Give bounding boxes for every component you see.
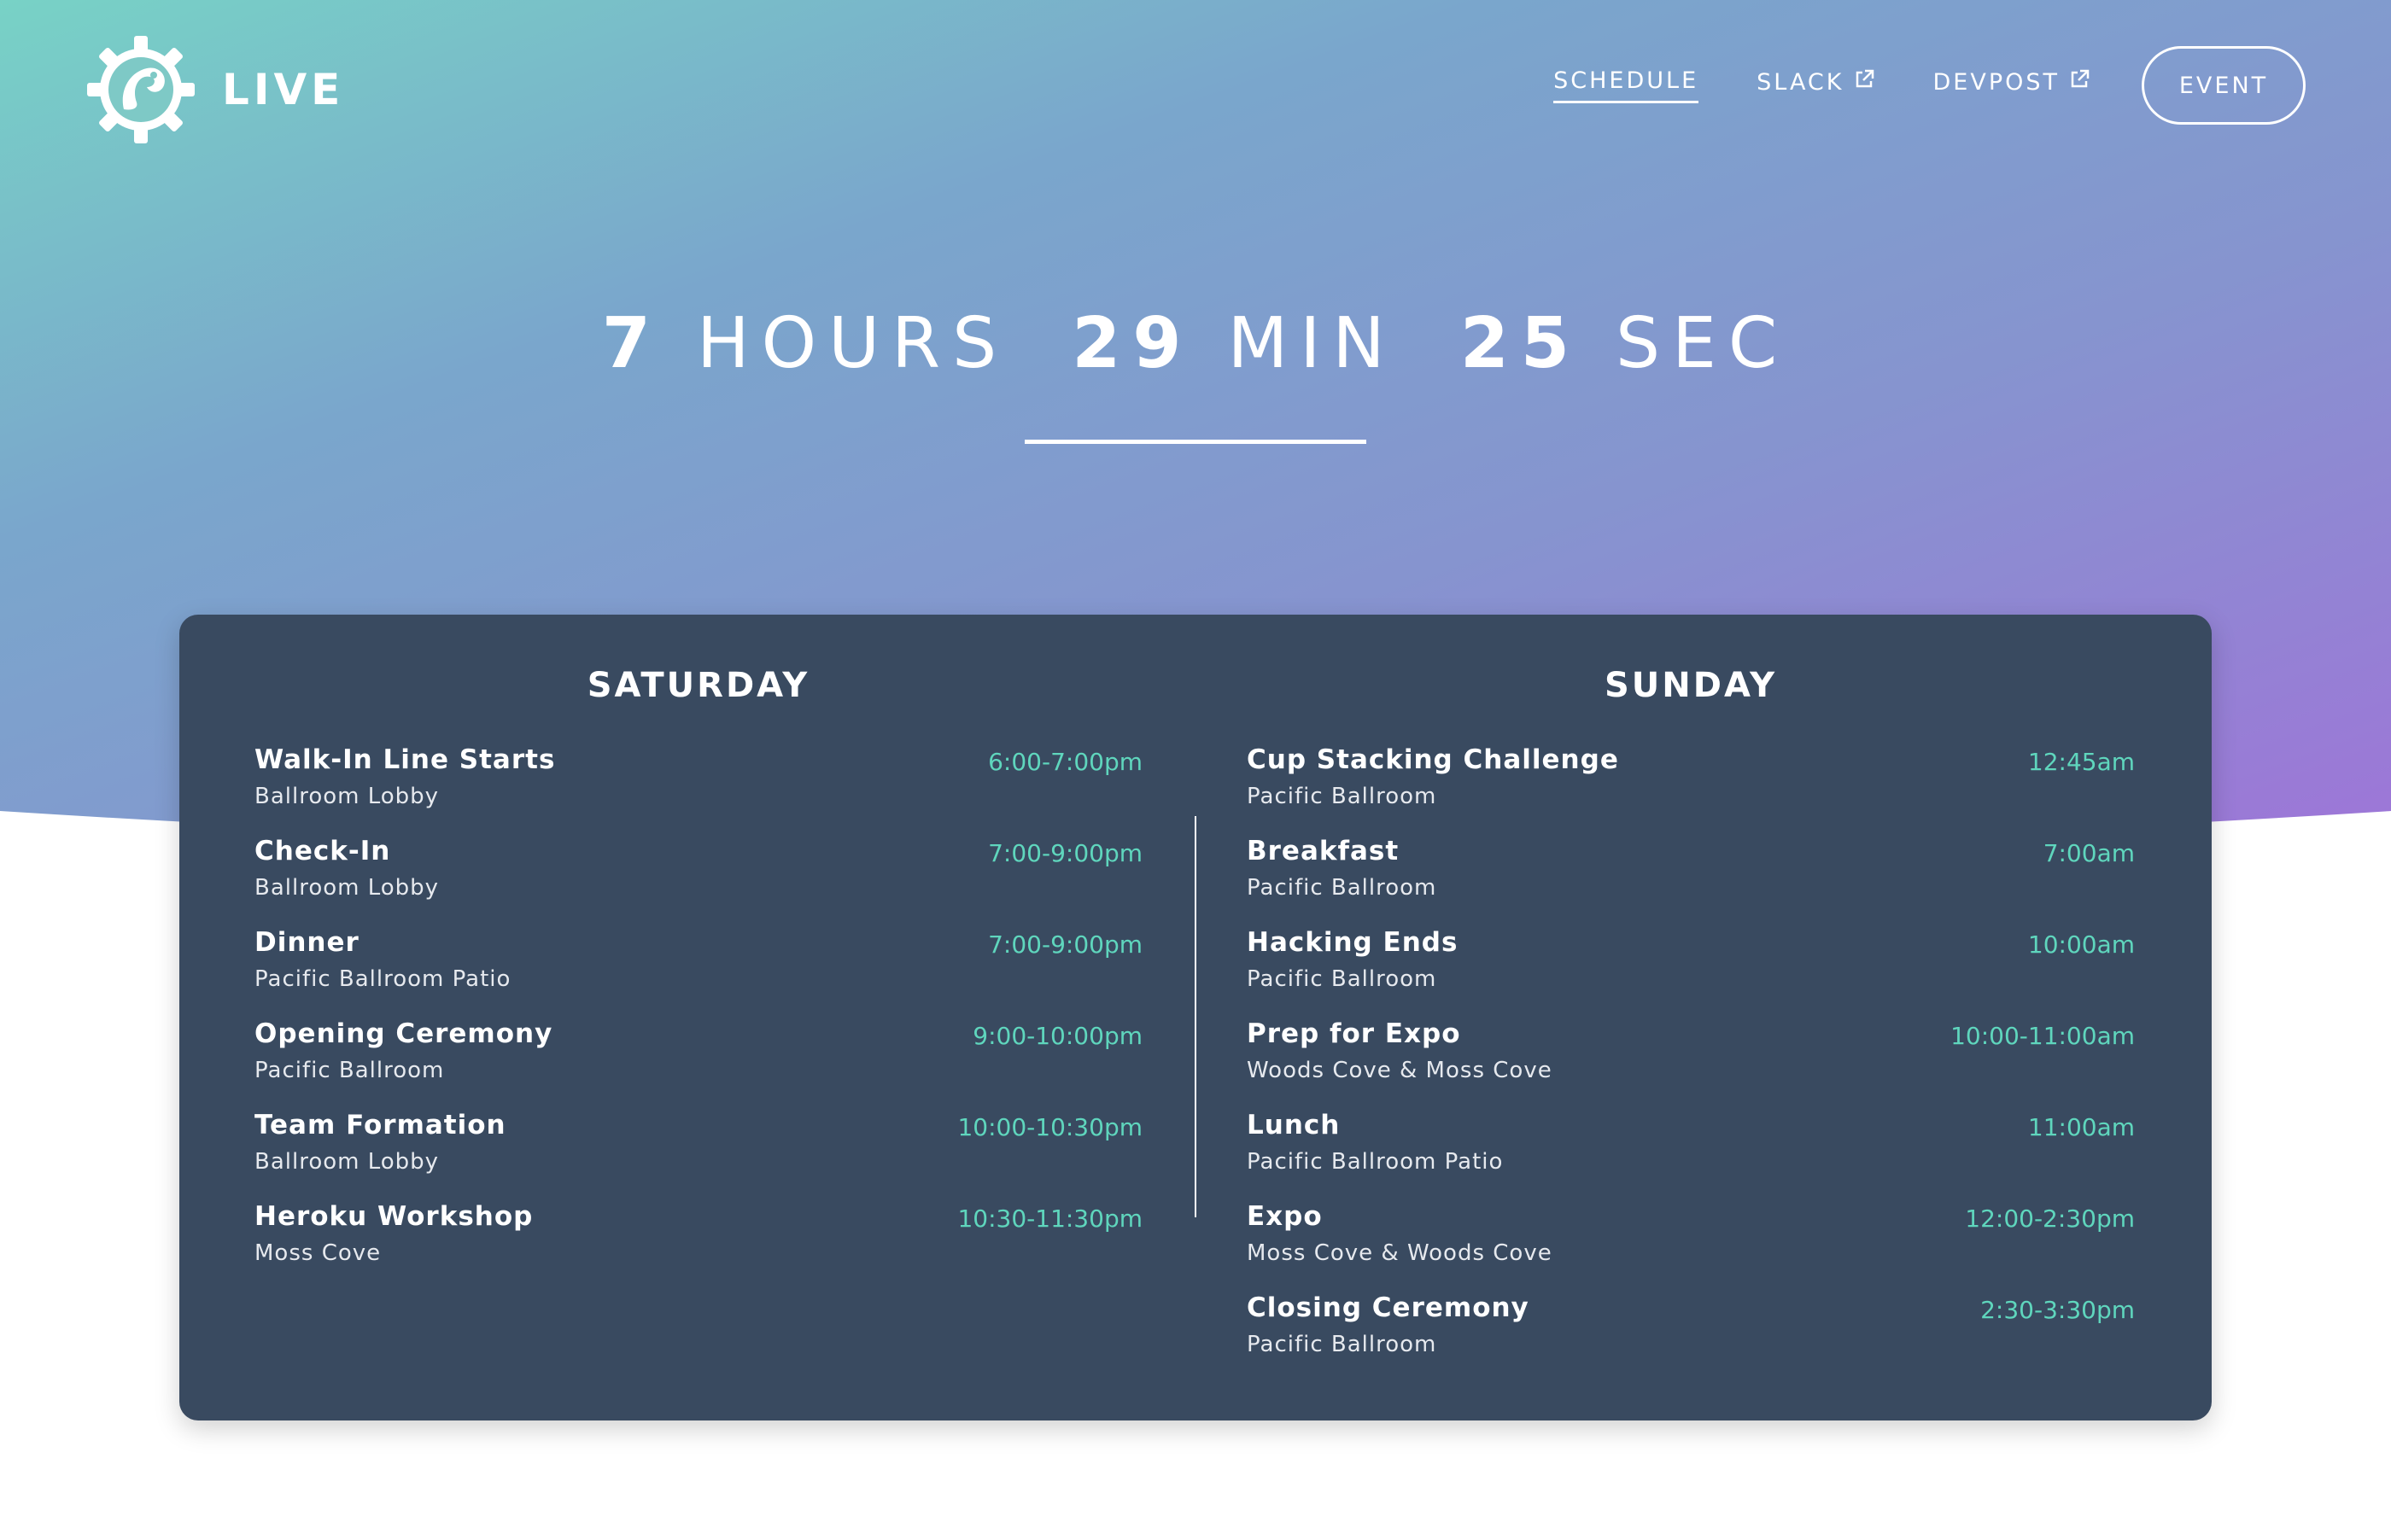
brand-logo[interactable]: LIVE xyxy=(85,34,344,145)
event-name: Dinner xyxy=(254,927,360,958)
event-location: Pacific Ballroom xyxy=(1247,966,1437,992)
event-time: 10:30-11:30pm xyxy=(957,1205,1143,1233)
event-location: Pacific Ballroom xyxy=(1247,784,1437,809)
event-time: 11:00am xyxy=(2027,1113,2135,1141)
event-name: Walk-In Line Starts xyxy=(254,744,556,775)
countdown-timer: 7 HOURS 29 MIN 25 SEC xyxy=(0,303,2391,384)
schedule-event: Prep for Expo Woods Cove & Moss Cove 10:… xyxy=(1247,1018,2135,1110)
event-time: 7:00-9:00pm xyxy=(988,839,1143,867)
nav-link-slack[interactable]: SLACK xyxy=(1757,69,1874,102)
schedule-event: Hacking Ends Pacific Ballroom 10:00am xyxy=(1247,927,2135,1018)
schedule-event: Opening Ceremony Pacific Ballroom 9:00-1… xyxy=(254,1018,1143,1110)
event-location: Pacific Ballroom Patio xyxy=(1247,1149,1504,1175)
event-name: Expo xyxy=(1247,1201,1323,1232)
event-time: 7:00am xyxy=(2043,839,2135,867)
nav-link-devpost[interactable]: DEVPOST xyxy=(1933,69,2091,102)
day-title-saturday: SATURDAY xyxy=(587,666,810,705)
schedule-card: SATURDAY Walk-In Line Starts Ballroom Lo… xyxy=(179,615,2212,1420)
saturday-events: Walk-In Line Starts Ballroom Lobby 6:00-… xyxy=(254,744,1143,1292)
event-location: Ballroom Lobby xyxy=(254,784,440,809)
event-name: Heroku Workshop xyxy=(254,1201,534,1232)
event-time: 10:00am xyxy=(2027,930,2135,959)
day-title-sunday: SUNDAY xyxy=(1604,666,1778,705)
external-link-icon xyxy=(2071,69,2090,88)
sunday-events: Cup Stacking Challenge Pacific Ballroom … xyxy=(1247,744,2135,1384)
event-button[interactable]: EVENT xyxy=(2142,46,2306,125)
event-location: Moss Cove & Woods Cove xyxy=(1247,1240,1552,1266)
schedule-event: Heroku Workshop Moss Cove 10:30-11:30pm xyxy=(254,1201,1143,1292)
countdown-minutes: 29 xyxy=(1072,303,1194,384)
event-location: Woods Cove & Moss Cove xyxy=(1247,1058,1552,1083)
event-time: 12:00-2:30pm xyxy=(1965,1205,2135,1233)
saturday-column: SATURDAY Walk-In Line Starts Ballroom Lo… xyxy=(254,615,1143,1292)
schedule-event: Closing Ceremony Pacific Ballroom 2:30-3… xyxy=(1247,1292,2135,1384)
event-time: 6:00-7:00pm xyxy=(988,748,1143,776)
brand-name: LIVE xyxy=(222,65,345,114)
event-time: 7:00-9:00pm xyxy=(988,930,1143,959)
nav-link-label: SLACK xyxy=(1757,68,1844,96)
nav-link-label: DEVPOST xyxy=(1932,68,2060,96)
event-location: Ballroom Lobby xyxy=(254,875,440,901)
event-time: 10:00-10:30pm xyxy=(957,1113,1143,1141)
event-time: 2:30-3:30pm xyxy=(1980,1296,2135,1324)
schedule-event: Dinner Pacific Ballroom Patio 7:00-9:00p… xyxy=(254,927,1143,1018)
schedule-event: Expo Moss Cove & Woods Cove 12:00-2:30pm xyxy=(1247,1201,2135,1292)
top-nav: SCHEDULE SLACK DEVPOST EVENT xyxy=(1495,46,2306,125)
column-divider xyxy=(1195,816,1196,1217)
event-location: Ballroom Lobby xyxy=(254,1149,440,1175)
countdown-hours: 7 xyxy=(601,303,663,384)
event-name: Breakfast xyxy=(1247,836,1400,866)
countdown-underline xyxy=(1025,440,1366,444)
countdown-minutes-unit: MIN xyxy=(1227,303,1397,384)
event-name: Lunch xyxy=(1247,1110,1341,1140)
event-location: Pacific Ballroom xyxy=(1247,1332,1437,1357)
schedule-event: Check-In Ballroom Lobby 7:00-9:00pm xyxy=(254,836,1143,927)
event-time: 12:45am xyxy=(2027,748,2135,776)
schedule-event: Team Formation Ballroom Lobby 10:00-10:3… xyxy=(254,1110,1143,1201)
event-name: Cup Stacking Challenge xyxy=(1247,744,1619,775)
event-name: Opening Ceremony xyxy=(254,1018,553,1049)
event-location: Pacific Ballroom xyxy=(1247,875,1437,901)
countdown-seconds: 25 xyxy=(1459,303,1581,384)
schedule-event: Cup Stacking Challenge Pacific Ballroom … xyxy=(1247,744,2135,836)
event-time: 9:00-10:00pm xyxy=(973,1022,1143,1050)
nav-link-schedule[interactable]: SCHEDULE xyxy=(1553,67,1699,103)
event-name: Prep for Expo xyxy=(1247,1018,1461,1049)
event-name: Hacking Ends xyxy=(1247,927,1459,958)
event-location: Pacific Ballroom Patio xyxy=(254,966,512,992)
event-location: Moss Cove xyxy=(254,1240,382,1266)
event-name: Closing Ceremony xyxy=(1247,1292,1529,1323)
gear-logo-icon xyxy=(87,36,195,143)
nav-link-label: SCHEDULE xyxy=(1553,67,1699,94)
event-name: Team Formation xyxy=(254,1110,506,1140)
countdown-hours-unit: HOURS xyxy=(696,303,1009,384)
schedule-event: Walk-In Line Starts Ballroom Lobby 6:00-… xyxy=(254,744,1143,836)
schedule-event: Breakfast Pacific Ballroom 7:00am xyxy=(1247,836,2135,927)
event-time: 10:00-11:00am xyxy=(1950,1022,2135,1050)
schedule-event: Lunch Pacific Ballroom Patio 11:00am xyxy=(1247,1110,2135,1201)
sunday-column: SUNDAY Cup Stacking Challenge Pacific Ba… xyxy=(1247,615,2135,1384)
event-location: Pacific Ballroom xyxy=(254,1058,445,1083)
event-name: Check-In xyxy=(254,836,391,866)
external-link-icon xyxy=(1856,69,1874,88)
countdown-seconds-unit: SEC xyxy=(1616,303,1790,384)
